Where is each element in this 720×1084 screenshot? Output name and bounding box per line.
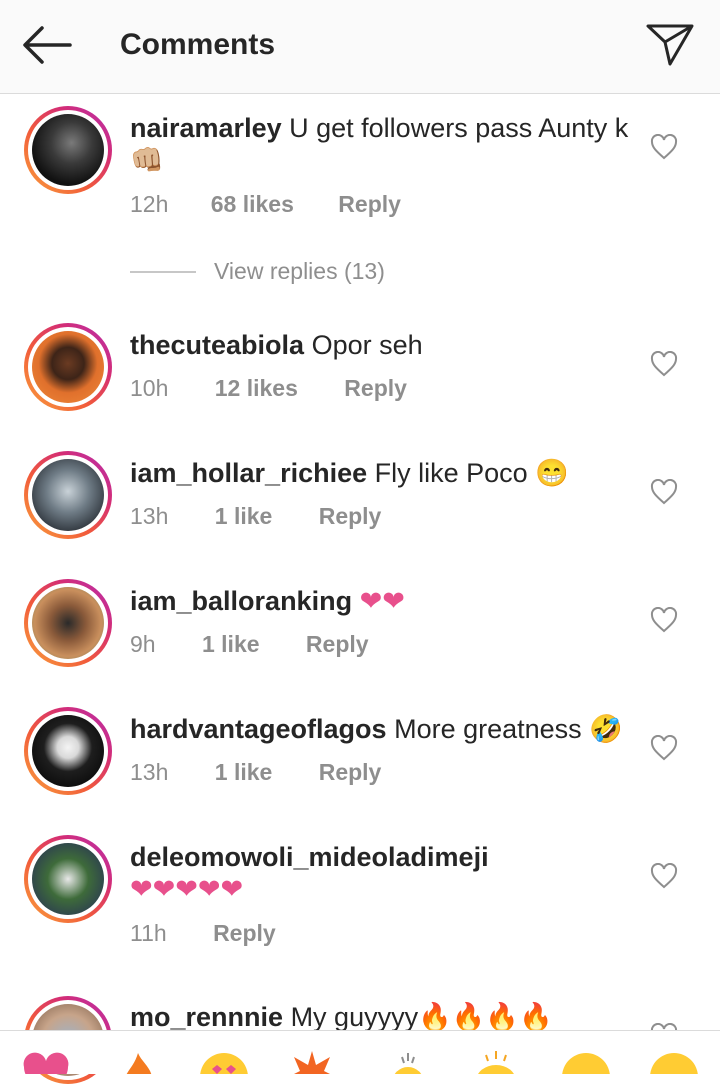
comment-time: 13h: [130, 503, 169, 529]
comment-username[interactable]: deleomowoli_mideoladimeji: [130, 841, 630, 873]
comment-likes[interactable]: 1 like: [202, 631, 260, 658]
like-heart-icon[interactable]: [650, 134, 678, 160]
emoji-quick-bar: [0, 1030, 720, 1074]
comment-body: Opor seh: [311, 330, 423, 360]
comment-text: iam_balloranking ❤❤: [130, 585, 630, 617]
reply-button[interactable]: Reply: [338, 191, 401, 218]
like-heart-icon[interactable]: [650, 607, 678, 633]
heart-emoji-button[interactable]: [20, 1049, 72, 1074]
like-heart-icon[interactable]: [650, 479, 678, 505]
comment-meta: 13h 1 like Reply: [130, 503, 381, 530]
comment-time: 12h: [130, 191, 169, 217]
comment-text: hardvantageoflagos More greatness 🤣: [130, 713, 630, 745]
comment-meta: 13h 1 like Reply: [130, 759, 381, 786]
avatar[interactable]: [24, 106, 112, 194]
reply-button[interactable]: Reply: [344, 375, 407, 402]
direct-send-button[interactable]: [642, 18, 698, 70]
page-title: Comments: [120, 28, 276, 61]
reply-button[interactable]: Reply: [319, 503, 382, 530]
comment-meta: 11h Reply: [130, 920, 276, 947]
comment-meta: 10h 12 likes Reply: [130, 375, 407, 402]
comment-time: 9h: [130, 631, 156, 657]
direct-send-icon: [646, 24, 694, 66]
avatar[interactable]: [24, 579, 112, 667]
comment-text: nairamarley U get followers pass Aunty k…: [130, 112, 630, 176]
like-heart-icon[interactable]: [650, 735, 678, 761]
back-button[interactable]: [18, 22, 78, 68]
comment-body: ❤❤: [359, 586, 405, 616]
view-replies-label: View replies (13): [214, 258, 385, 284]
clap-emoji-button[interactable]: [382, 1049, 434, 1074]
comment-body: My guyyyy🔥🔥🔥🔥: [290, 1002, 553, 1032]
comment-text: thecuteabiola Opor seh: [130, 329, 630, 361]
comment-text: iam_hollar_richiee Fly like Poco 😁: [130, 457, 630, 489]
comment-body: More greatness 🤣: [394, 714, 623, 744]
back-arrow-icon: [23, 26, 72, 64]
comment-likes[interactable]: 1 like: [215, 503, 273, 530]
reply-button[interactable]: Reply: [213, 920, 276, 947]
comment-likes[interactable]: 12 likes: [215, 375, 298, 402]
raised-hands-emoji-button[interactable]: [470, 1049, 522, 1074]
top-bar: Comments: [0, 0, 720, 94]
avatar[interactable]: [24, 835, 112, 923]
comment-body: Fly like Poco 😁: [374, 458, 569, 488]
comment-text: deleomowoli_mideoladimeji ❤❤❤❤❤: [130, 841, 630, 905]
boom-emoji-button[interactable]: [286, 1049, 338, 1074]
fire-emoji-button[interactable]: [112, 1049, 164, 1074]
comment-time: 13h: [130, 759, 169, 785]
comment-time: 11h: [130, 920, 167, 946]
comment-username[interactable]: iam_balloranking: [130, 586, 352, 616]
comment-username[interactable]: nairamarley: [130, 113, 282, 143]
comment-body: ❤❤❤❤❤: [130, 874, 244, 904]
comment-username[interactable]: mo_rennnie: [130, 1002, 283, 1032]
smile-emoji-button[interactable]: [560, 1049, 612, 1074]
comment-likes[interactable]: 1 like: [215, 759, 273, 786]
avatar[interactable]: [24, 451, 112, 539]
like-heart-icon[interactable]: [650, 351, 678, 377]
avatar[interactable]: [24, 323, 112, 411]
heart-eyes-emoji-button[interactable]: [198, 1049, 250, 1074]
comment-text: mo_rennnie My guyyyy🔥🔥🔥🔥: [130, 1001, 630, 1033]
joy-emoji-button[interactable]: [648, 1049, 700, 1074]
comment-username[interactable]: iam_hollar_richiee: [130, 458, 367, 488]
comment-likes[interactable]: 68 likes: [211, 191, 294, 218]
comment-username[interactable]: hardvantageoflagos: [130, 714, 387, 744]
reply-button[interactable]: Reply: [306, 631, 369, 658]
comment-username[interactable]: thecuteabiola: [130, 330, 304, 360]
comment-time: 10h: [130, 375, 169, 401]
comment-meta: 12h 68 likes Reply: [130, 191, 401, 218]
avatar[interactable]: [24, 707, 112, 795]
view-replies-button[interactable]: View replies (13): [130, 258, 430, 288]
reply-button[interactable]: Reply: [319, 759, 382, 786]
like-heart-icon[interactable]: [650, 863, 678, 889]
replies-divider: [130, 271, 196, 273]
comment-meta: 9h 1 like Reply: [130, 631, 369, 658]
